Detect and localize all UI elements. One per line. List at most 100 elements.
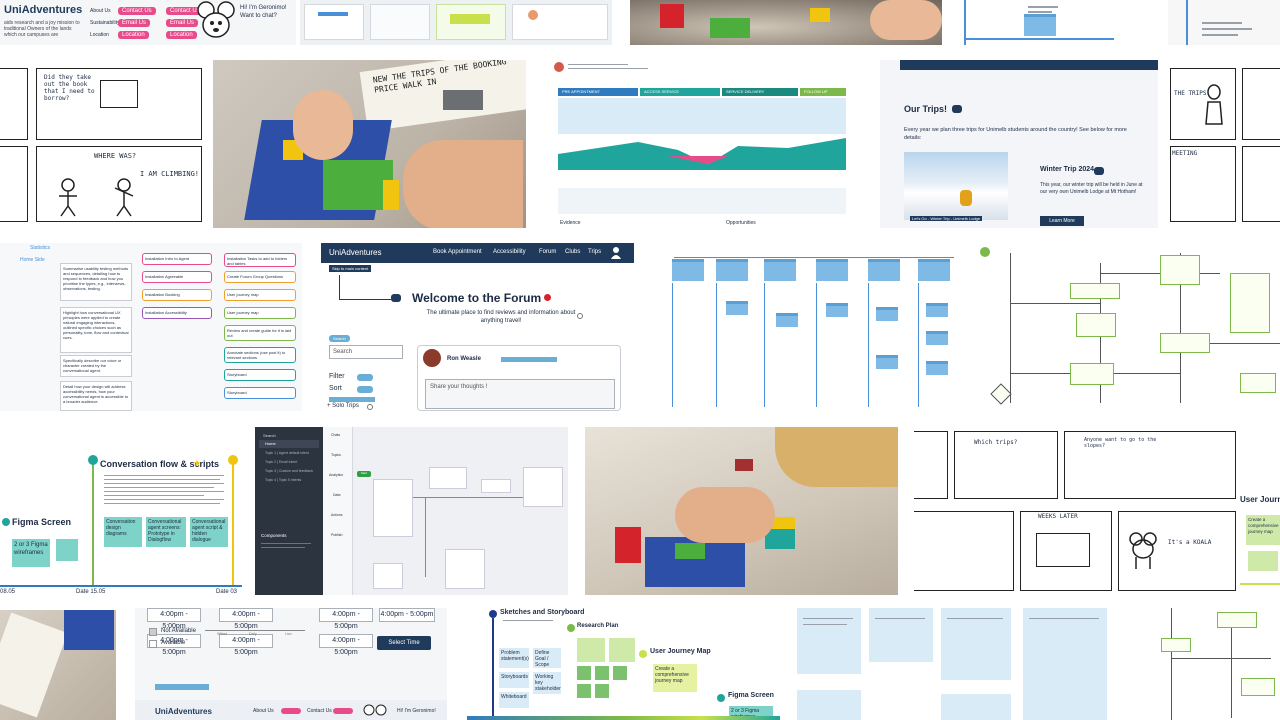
timeline-vertical-2 <box>232 457 234 585</box>
skip-connector <box>339 275 340 299</box>
task-b-3: User journey map <box>224 289 296 301</box>
sort-label[interactable]: Sort <box>329 385 342 392</box>
menu-sustainability[interactable]: Sustainability <box>90 20 119 26</box>
rail-chats[interactable]: Chats <box>331 433 340 437</box>
error-icon <box>544 294 551 301</box>
rail-publish[interactable]: Publish <box>331 533 342 537</box>
lego-green-piece <box>675 543 705 559</box>
design-process-timeline: Sketches and Storyboard Research Plan Us… <box>467 608 780 720</box>
slot-4[interactable]: 4:00pm - 5:00pm <box>379 608 435 622</box>
slot-line <box>205 630 305 631</box>
map-header-line <box>568 64 628 65</box>
nav-forum[interactable]: Forum <box>539 249 556 255</box>
filter-label[interactable]: Filter <box>329 373 345 380</box>
timeline-label-1: Wlfred <box>217 632 228 636</box>
uj-note-2 <box>1248 551 1278 571</box>
bottom-about[interactable]: About Us <box>253 708 274 714</box>
bubble-koala: It's a KOALA <box>1168 539 1212 546</box>
tl-card-b1: Storyboards <box>499 672 529 688</box>
search-input[interactable]: Search <box>329 345 403 359</box>
research-plan-notes: Statistics Home Side Summarise usability… <box>0 243 302 411</box>
slot-7[interactable]: 4:00pm - 5:00pm <box>319 634 373 656</box>
menu-location[interactable]: Location <box>90 32 109 38</box>
fb-node-2 <box>1217 612 1257 628</box>
forum-navbar: UniAdventures Book Appointment Accessibi… <box>321 243 634 263</box>
user-tag-bar <box>501 357 557 362</box>
convo-title: Conversation flow & scripts <box>100 459 220 469</box>
tl-section-2: Research Plan <box>577 623 619 629</box>
skip-link[interactable]: Skip to main content <box>329 265 372 272</box>
legend-available: Available <box>161 640 186 646</box>
section-dot-2 <box>228 455 238 465</box>
rail-topics[interactable]: Topics <box>331 453 341 457</box>
slot-6[interactable]: 4:00pm - 5:00pm <box>219 634 273 656</box>
blue-note-6 <box>941 694 1011 720</box>
nav-accessibility[interactable]: Accessibility <box>493 249 526 255</box>
blue-text-1 <box>803 618 853 619</box>
builder-topic-4[interactable]: Topic 4 | Topic 5 intents <box>265 478 301 482</box>
nav-trips[interactable]: Trips <box>588 249 601 255</box>
nav-book[interactable]: Book Appointment <box>433 249 482 255</box>
filter-tag[interactable] <box>357 374 373 381</box>
folder-sub-6 <box>876 355 898 369</box>
rail-actions[interactable]: Actions <box>331 513 342 517</box>
col-4 <box>816 283 817 407</box>
convo-star: ★ <box>193 458 202 468</box>
panel-s4 <box>914 511 1014 591</box>
solo-trips-label[interactable]: + Solo Trips <box>327 403 359 409</box>
thumb-dot <box>528 10 538 20</box>
stage-1-label: PRE APPOINTMENT <box>562 89 601 94</box>
nav-clubs[interactable]: Clubs <box>565 249 580 255</box>
panel-3 <box>0 146 28 222</box>
canvas-edge-1 <box>413 497 523 498</box>
trips-navbar-strip <box>900 60 1158 70</box>
builder-topic-1[interactable]: Topic 1 | Agent default intent <box>265 451 309 455</box>
bottom-pill-1[interactable] <box>281 708 301 714</box>
bubble-weeks-later: WEEKS LATER <box>1038 513 1078 520</box>
email-pill[interactable]: Email Us <box>118 19 151 27</box>
contact-pill[interactable]: Contact Us <box>118 7 156 15</box>
note-card-3: Specifically describe our voice or chara… <box>60 355 132 377</box>
components-text-2 <box>261 547 305 548</box>
user-icon[interactable] <box>611 247 621 259</box>
blue-note-4 <box>1023 608 1107 720</box>
bottom-contact[interactable]: Contact Us <box>307 708 332 714</box>
builder-components[interactable]: Components <box>261 533 287 538</box>
fb-v1 <box>1171 608 1172 720</box>
start-node[interactable]: Start <box>357 471 371 477</box>
slot-2[interactable]: 4:00pm - 5:00pm <box>219 608 273 630</box>
speech-bubble-2: WHERE WAS? <box>94 152 137 160</box>
forum-brand[interactable]: UniAdventures <box>329 248 381 257</box>
bottom-chat[interactable]: Hi! I'm Geronimo! <box>397 708 436 714</box>
tl-section-1: Sketches and Storyboard <box>500 609 585 616</box>
winter-trip-tag <box>1094 167 1104 175</box>
chat-bubble[interactable]: Hi! I'm Geronimo! Want to chat? <box>240 4 294 20</box>
learn-more-button[interactable]: Learn More <box>1040 216 1084 226</box>
sort-tag[interactable] <box>357 386 373 393</box>
canvas-node-6 <box>373 563 403 589</box>
section-dot <box>88 455 98 465</box>
timeline-label-3: Lion <box>285 632 292 636</box>
builder-search[interactable]: Search <box>263 433 276 438</box>
lego-grey <box>443 90 483 110</box>
post-input[interactable]: Share your thoughts ! <box>425 379 615 409</box>
location-pill[interactable]: Location <box>118 31 149 39</box>
slot-1[interactable]: 4:00pm - 5:00pm <box>147 608 201 630</box>
site-logo[interactable]: UniAdventures <box>4 4 82 16</box>
rail-analytics[interactable]: Analytics <box>329 473 343 477</box>
menu-about[interactable]: About Us <box>90 8 111 14</box>
av-swatch <box>149 640 157 648</box>
builder-topic-3[interactable]: Topic 3 | Custom and feedback <box>265 469 313 473</box>
task-b-2: Create Forum Group Questions <box>224 271 296 283</box>
lego-car <box>735 459 753 471</box>
slot-3[interactable]: 4:00pm - 5:00pm <box>319 608 373 630</box>
conversation-flowchart <box>980 243 1280 411</box>
uniadventures-homepage-tile[interactable]: UniAdventures aids research and a joy mi… <box>0 0 296 45</box>
bottom-pill-2[interactable] <box>333 708 353 714</box>
canvas-node-3 <box>481 479 511 493</box>
select-time-button[interactable]: Select Time <box>377 636 431 650</box>
builder-topic-2[interactable]: Topic 2 | Email intent <box>265 460 297 464</box>
rail-data[interactable]: Data <box>333 493 340 497</box>
bottom-brand[interactable]: UniAdventures <box>155 707 212 716</box>
canvas-edge-2 <box>425 497 426 577</box>
